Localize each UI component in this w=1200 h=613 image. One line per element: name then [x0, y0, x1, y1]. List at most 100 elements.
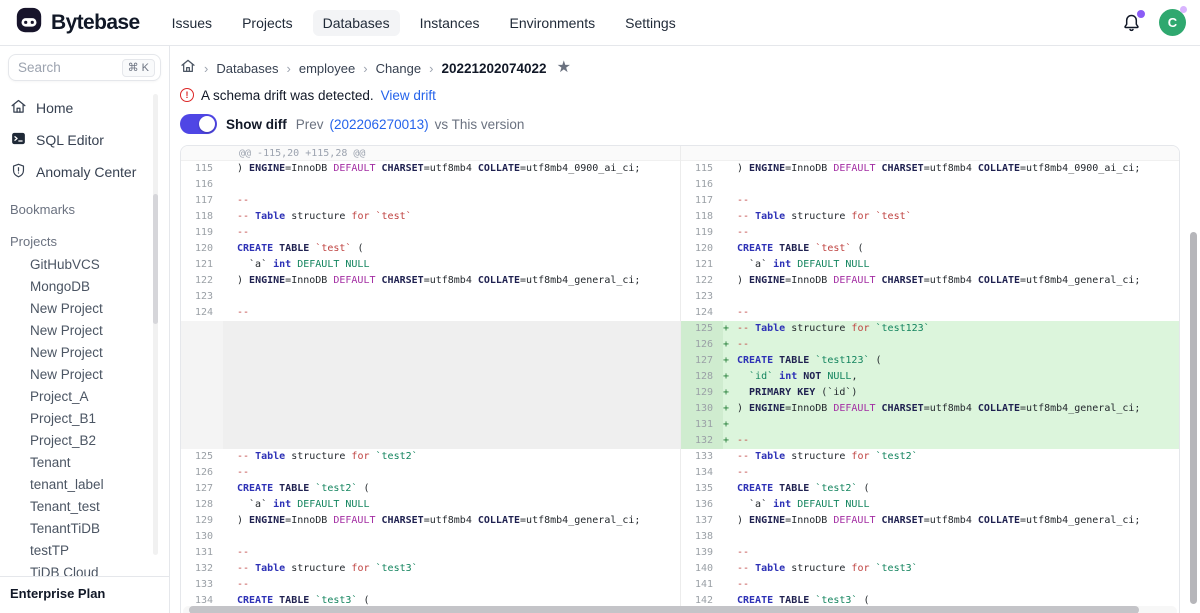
project-item[interactable]: TenantTiDB — [0, 517, 169, 539]
project-item[interactable]: New Project — [0, 319, 169, 341]
line-number: 119 — [181, 225, 223, 241]
project-item[interactable]: New Project — [0, 297, 169, 319]
line-number: 115 — [181, 161, 223, 177]
code-text: CREATE TABLE `test` ( — [237, 241, 680, 257]
diff-marker — [723, 177, 737, 193]
bytebase-logo[interactable]: Bytebase — [14, 5, 140, 40]
show-diff-toggle[interactable] — [180, 114, 217, 134]
sidebar-item-sql-editor[interactable]: SQL Editor — [0, 125, 169, 155]
diff-marker — [723, 193, 737, 209]
diff-marker: + — [723, 401, 737, 417]
diff-marker — [223, 513, 237, 529]
diff-marker — [223, 497, 237, 513]
diff-marker — [223, 561, 237, 577]
diff-line: 131+ — [681, 417, 1179, 433]
nav-item-databases[interactable]: Databases — [313, 10, 400, 36]
line-number: 125 — [681, 321, 723, 337]
breadcrumb: ›Databases›employee›Change›2022120207402… — [180, 58, 1180, 78]
breadcrumb-item[interactable]: Databases — [216, 61, 278, 76]
diff-marker — [223, 385, 237, 401]
line-number: 117 — [681, 193, 723, 209]
diff-placeholder-line — [181, 337, 680, 353]
line-number: 121 — [181, 257, 223, 273]
diff-marker — [723, 577, 737, 593]
project-item[interactable]: New Project — [0, 341, 169, 363]
project-item[interactable]: tenant_label — [0, 473, 169, 495]
diff-marker — [723, 257, 737, 273]
diff-marker — [223, 417, 237, 433]
code-text: -- Table structure for `test123` — [737, 321, 1179, 337]
diff-marker: + — [723, 433, 737, 449]
breadcrumb-item[interactable]: 20221202074022 — [441, 61, 546, 76]
project-item[interactable]: Project_B2 — [0, 429, 169, 451]
diff-marker — [223, 241, 237, 257]
notifications-bell-icon[interactable] — [1121, 12, 1143, 34]
navbar-right: C — [1121, 9, 1186, 36]
diff-marker — [223, 481, 237, 497]
code-text: -- Table structure for `test2` — [237, 449, 680, 465]
horizontal-scrollbar-track[interactable] — [183, 606, 1177, 613]
project-item[interactable]: Project_A — [0, 385, 169, 407]
project-item[interactable]: Tenant_test — [0, 495, 169, 517]
code-text: ) ENGINE=InnoDB DEFAULT CHARSET=utf8mb4 … — [737, 401, 1179, 417]
code-text: -- — [737, 225, 1179, 241]
line-number — [181, 385, 223, 401]
sidebar-item-label: SQL Editor — [36, 132, 104, 148]
nav-item-projects[interactable]: Projects — [232, 10, 303, 36]
diff-line: 123 — [181, 289, 680, 305]
sidebar-item-home[interactable]: Home — [0, 93, 169, 123]
diff-marker — [723, 161, 737, 177]
hunk-header — [681, 146, 1179, 161]
view-drift-link[interactable]: View drift — [381, 88, 436, 103]
diff-line: 128+ `id` int NOT NULL, — [681, 369, 1179, 385]
project-item[interactable]: testTP — [0, 539, 169, 561]
vertical-scrollbar-thumb[interactable] — [1190, 232, 1197, 604]
diff-marker: + — [723, 385, 737, 401]
sidebar-item-anomaly-center[interactable]: Anomaly Center — [0, 157, 169, 187]
project-item[interactable]: GitHubVCS — [0, 253, 169, 275]
nav-item-settings[interactable]: Settings — [615, 10, 686, 36]
diff-line: 132+-- — [681, 433, 1179, 449]
project-item[interactable]: New Project — [0, 363, 169, 385]
sidebar-scrollbar[interactable] — [153, 94, 158, 555]
diff-line: 127CREATE TABLE `test2` ( — [181, 481, 680, 497]
breadcrumb-item[interactable]: Change — [376, 61, 422, 76]
project-item[interactable]: Project_B1 — [0, 407, 169, 429]
diff-marker — [723, 305, 737, 321]
nav-item-instances[interactable]: Instances — [410, 10, 490, 36]
brand-name: Bytebase — [51, 11, 140, 35]
line-number: 120 — [681, 241, 723, 257]
diff-marker — [723, 529, 737, 545]
diff-marker — [723, 513, 737, 529]
diff-marker — [223, 257, 237, 273]
horizontal-scrollbar-thumb[interactable] — [189, 606, 1139, 613]
sidebar-scrollbar-thumb[interactable] — [153, 194, 158, 324]
section-label-projects: Projects — [0, 230, 169, 253]
diff-line: 130+) ENGINE=InnoDB DEFAULT CHARSET=utf8… — [681, 401, 1179, 417]
breadcrumb-item[interactable]: employee — [299, 61, 355, 76]
line-number: 135 — [681, 481, 723, 497]
prev-version-link[interactable]: (202206270013) — [330, 117, 429, 132]
code-text — [237, 529, 680, 545]
nav-item-environments[interactable]: Environments — [500, 10, 606, 36]
line-number — [181, 337, 223, 353]
search-box[interactable]: ⌘ K — [8, 54, 161, 81]
diff-placeholder-line — [181, 401, 680, 417]
breadcrumb-home-icon[interactable] — [180, 58, 196, 79]
home-icon — [10, 98, 27, 118]
line-number: 124 — [181, 305, 223, 321]
user-avatar[interactable]: C — [1159, 9, 1186, 36]
project-item[interactable]: Tenant — [0, 451, 169, 473]
search-shortcut-badge: ⌘ K — [122, 59, 155, 77]
diff-line: 139-- — [681, 545, 1179, 561]
diff-line: 138 — [681, 529, 1179, 545]
line-number: 128 — [681, 369, 723, 385]
code-text — [737, 289, 1179, 305]
hunk-header: @@ -115,20 +115,28 @@ — [181, 146, 680, 161]
line-number: 140 — [681, 561, 723, 577]
search-input[interactable] — [18, 60, 122, 75]
code-text — [237, 385, 680, 401]
project-item[interactable]: MongoDB — [0, 275, 169, 297]
star-icon[interactable]: ★ — [557, 61, 571, 75]
nav-item-issues[interactable]: Issues — [162, 10, 222, 36]
